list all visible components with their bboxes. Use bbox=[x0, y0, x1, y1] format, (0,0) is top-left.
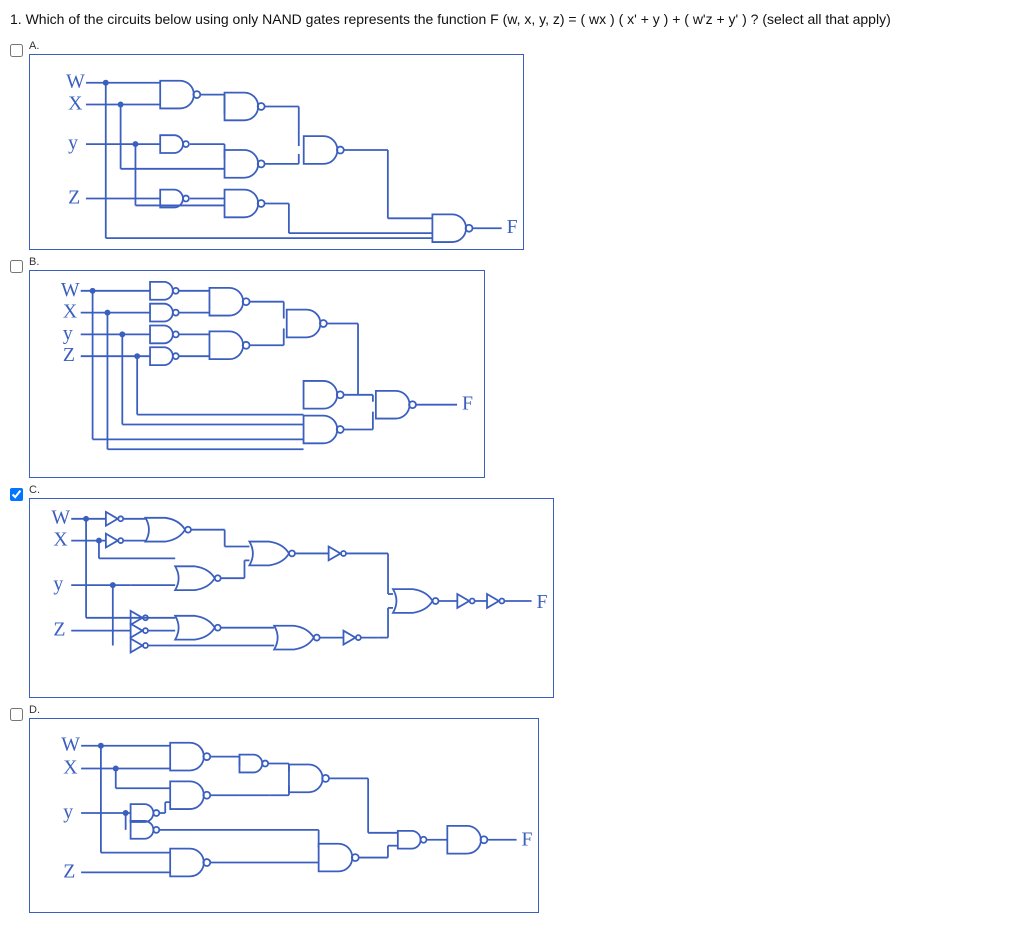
label-y: y bbox=[53, 573, 63, 595]
checkbox-c[interactable] bbox=[10, 488, 23, 501]
option-letter-b: B. bbox=[29, 256, 485, 268]
label-z: Z bbox=[68, 186, 80, 208]
checkbox-a[interactable] bbox=[10, 44, 23, 57]
label-y: y bbox=[63, 801, 73, 823]
option-letter-a: A. bbox=[29, 40, 524, 52]
label-z: Z bbox=[63, 344, 75, 366]
option-c: C. W X y Z F bbox=[10, 484, 1014, 698]
label-w: W bbox=[51, 506, 70, 528]
option-a: A. W X y Z F bbox=[10, 40, 1014, 250]
label-y: y bbox=[68, 132, 78, 154]
circuit-diagram-d: W X y Z F bbox=[29, 718, 539, 913]
question-text: 1. Which of the circuits below using onl… bbox=[10, 10, 1014, 30]
label-z: Z bbox=[53, 618, 65, 640]
label-z: Z bbox=[63, 860, 75, 882]
label-x: X bbox=[53, 528, 67, 550]
label-w: W bbox=[61, 278, 80, 300]
option-b: B. W X y Z F bbox=[10, 256, 1014, 478]
circuit-diagram-b: W X y Z F bbox=[29, 270, 485, 478]
label-x: X bbox=[63, 300, 77, 322]
checkbox-b[interactable] bbox=[10, 260, 23, 273]
option-d: D. W X y Z F bbox=[10, 704, 1014, 913]
label-w: W bbox=[66, 70, 85, 92]
label-f: F bbox=[462, 392, 473, 414]
circuit-diagram-c: W X y Z F bbox=[29, 498, 554, 698]
label-y: y bbox=[63, 322, 73, 344]
circuit-diagram-a: W X y Z F bbox=[29, 54, 524, 250]
label-f: F bbox=[537, 590, 548, 612]
label-x: X bbox=[68, 92, 82, 114]
checkbox-d[interactable] bbox=[10, 708, 23, 721]
label-f: F bbox=[507, 216, 518, 238]
option-letter-d: D. bbox=[29, 704, 539, 716]
label-f: F bbox=[522, 828, 533, 850]
label-w: W bbox=[61, 733, 80, 755]
label-x: X bbox=[63, 756, 77, 778]
option-letter-c: C. bbox=[29, 484, 554, 496]
